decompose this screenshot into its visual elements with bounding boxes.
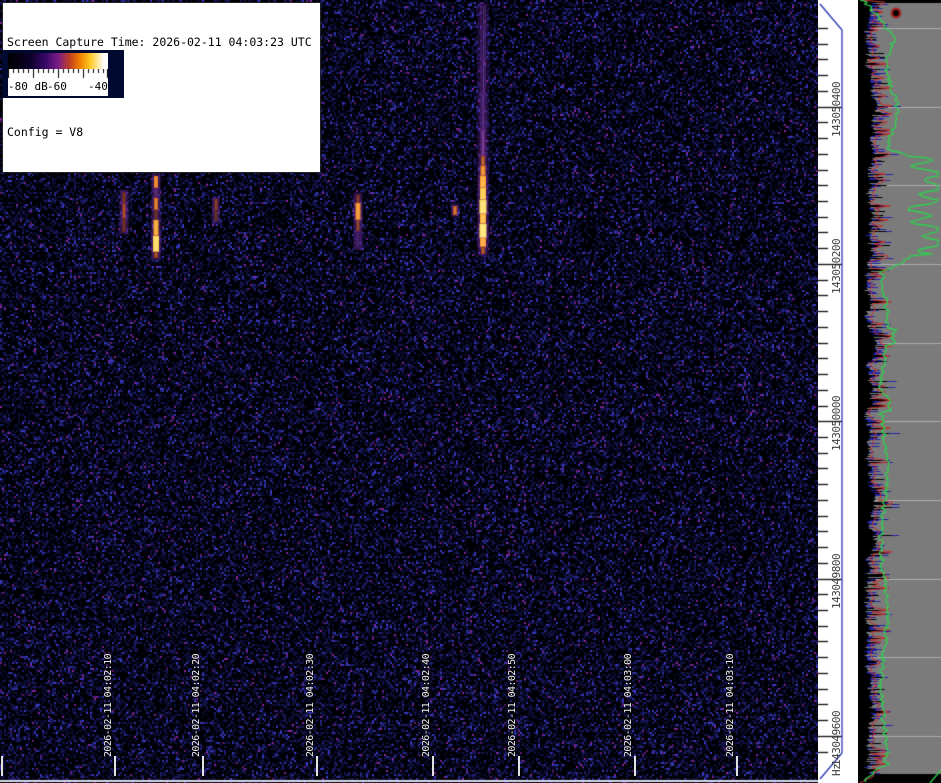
live-spectrum-panel[interactable] [858,0,941,783]
time-tick-label: 2026-02-11 04:02:20 [191,654,203,757]
spectrogram-screen-capture: Screen Capture Time: 2026-02-11 04:03:23… [0,0,941,783]
colorbar-scale: -80 dB -60 -40 [8,69,108,96]
frequency-tick-label: 143050000 [831,396,843,451]
time-tick [316,756,318,776]
time-tick [736,756,738,776]
time-tick [202,756,204,776]
colorbar-label-40: -40 [88,80,108,93]
time-tick-label: 2026-02-11 04:02:10 [103,654,115,757]
frequency-tick-label: 143050400 [831,82,843,137]
time-tick [518,756,520,776]
frequency-tick-label: 143049800 [831,554,843,609]
time-tick-label: 2026-02-11 04:02:40 [421,654,433,757]
frequency-tick-label: 143050200 [831,239,843,294]
time-tick [634,756,636,776]
colorbar-label-60: -60 [47,80,67,93]
colorbar-gradient[interactable] [8,53,108,69]
colorbar-label-80: -80 dB [8,80,48,93]
time-tick-label: 2026-02-11 04:03:00 [623,654,635,757]
time-tick-label: 2026-02-11 04:02:00 [0,654,2,757]
time-tick [114,756,116,776]
time-tick [432,756,434,776]
capture-time-text: Screen Capture Time: 2026-02-11 04:03:23… [7,35,316,50]
frequency-unit-label: Hz [831,764,843,776]
time-tick-label: 2026-02-11 04:03:10 [725,654,737,757]
frequency-tick-label: 143049600 [831,711,843,766]
time-tick-label: 2026-02-11 04:02:50 [507,654,519,757]
time-tick-label: 2026-02-11 04:02:30 [305,654,317,757]
config-text: Config = V8 [7,125,316,140]
amplitude-colorbar: -80 dB -60 -40 [2,50,124,98]
time-tick [1,756,3,776]
colorbar-ticks [8,69,108,80]
